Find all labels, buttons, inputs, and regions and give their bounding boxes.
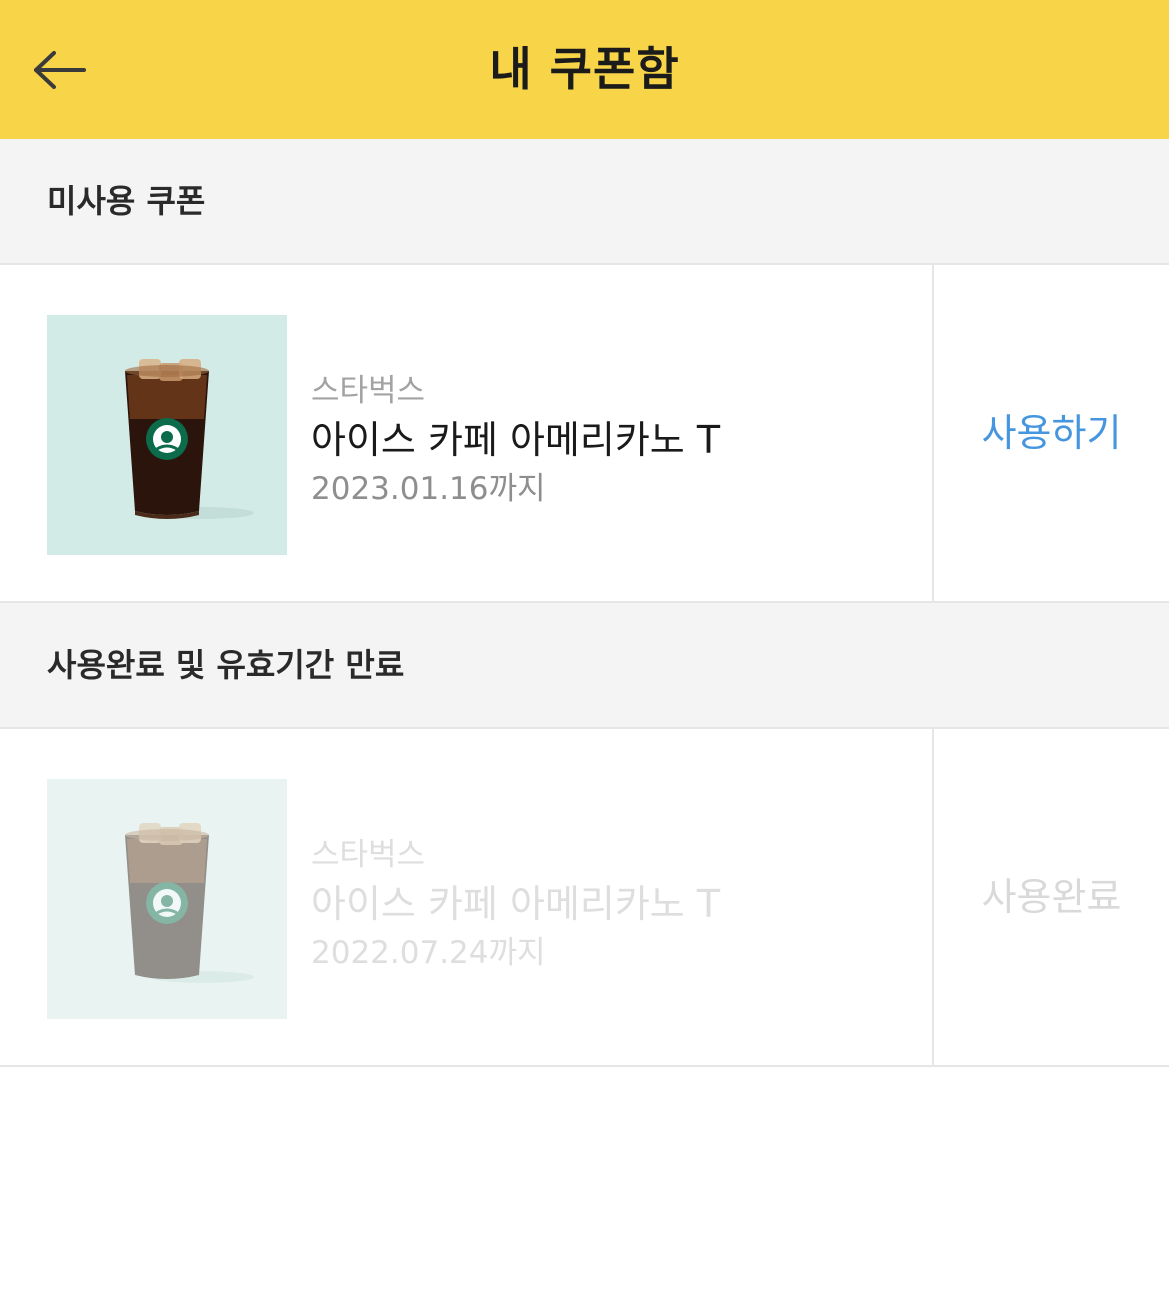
coupon-row-unused: 스타벅스 아이스 카페 아메리카노 T 2023.01.16까지 사용하기 xyxy=(0,265,1169,603)
back-button[interactable] xyxy=(24,34,96,106)
coupon-thumbnail xyxy=(47,779,287,1019)
page-title: 내 쿠폰함 xyxy=(489,42,680,96)
arrow-left-icon xyxy=(34,51,86,89)
use-coupon-button[interactable]: 사용하기 xyxy=(934,265,1169,601)
coupon-expiry: 2022.07.24까지 xyxy=(311,935,546,971)
coupon-expiry: 2023.01.16까지 xyxy=(311,471,546,507)
coupon-info: 스타벅스 아이스 카페 아메리카노 T 2023.01.16까지 xyxy=(311,265,911,601)
coupon-thumbnail xyxy=(47,315,287,555)
coupon-brand: 스타벅스 xyxy=(311,373,426,409)
iced-americano-cup-image xyxy=(125,359,254,519)
section-header-unused: 미사용 쿠폰 xyxy=(0,139,1169,265)
coupon-product-name: 아이스 카페 아메리카노 T xyxy=(311,882,721,926)
section-header-used-expired: 사용완료 및 유효기간 만료 xyxy=(0,603,1169,729)
coupon-brand: 스타벅스 xyxy=(311,837,426,873)
coupon-info: 스타벅스 아이스 카페 아메리카노 T 2022.07.24까지 xyxy=(311,729,911,1065)
iced-americano-cup-image xyxy=(125,823,254,983)
app-header: 내 쿠폰함 xyxy=(0,0,1169,139)
section-label: 사용완료 및 유효기간 만료 xyxy=(47,646,405,684)
coupon-row-used: 스타벅스 아이스 카페 아메리카노 T 2022.07.24까지 사용완료 xyxy=(0,729,1169,1067)
coupon-product-name: 아이스 카페 아메리카노 T xyxy=(311,418,721,462)
section-label: 미사용 쿠폰 xyxy=(47,182,206,220)
used-status-label: 사용완료 xyxy=(981,875,1122,919)
